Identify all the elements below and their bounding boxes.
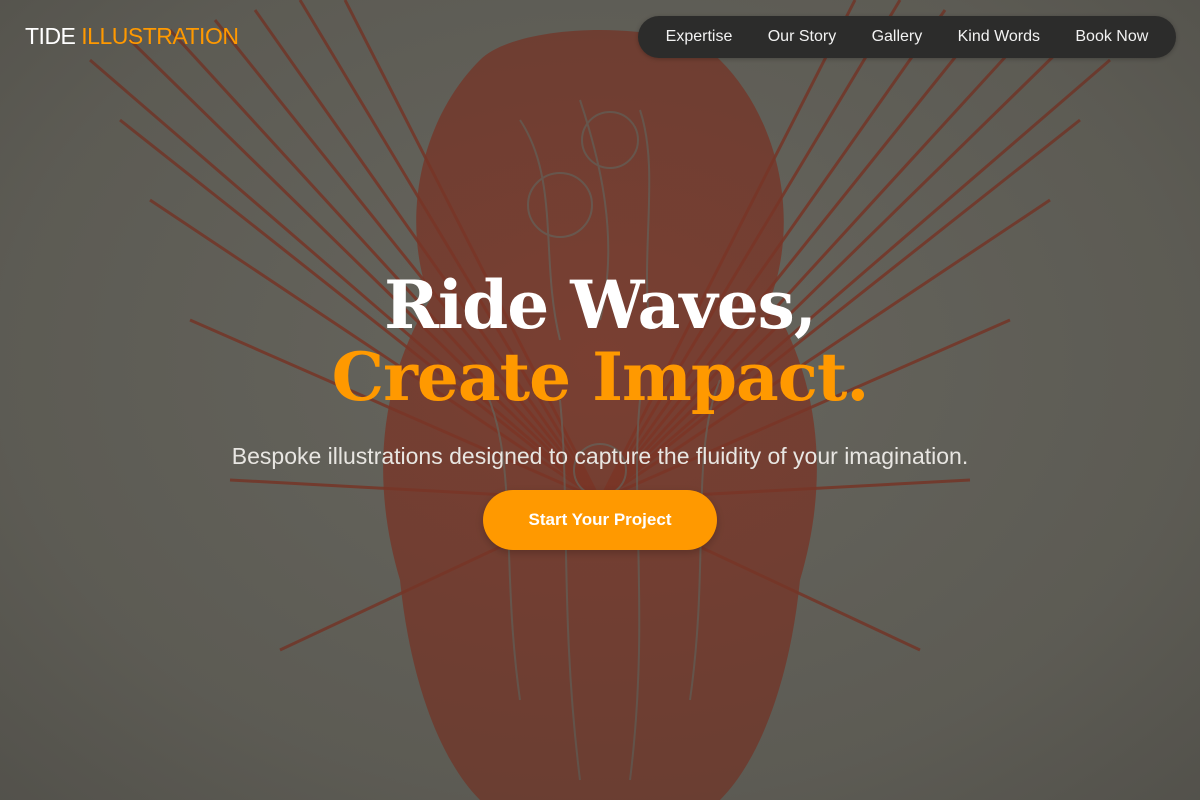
nav-link-gallery[interactable]: Gallery bbox=[872, 28, 923, 46]
nav-link-expertise[interactable]: Expertise bbox=[666, 28, 733, 46]
hero-headline-line1: Ride Waves, bbox=[384, 266, 817, 345]
brand-name-part2: ILLUSTRATION bbox=[81, 23, 239, 49]
brand-logo[interactable]: TIDE ILLUSTRATION bbox=[25, 23, 239, 50]
nav-link-kind-words[interactable]: Kind Words bbox=[958, 28, 1040, 46]
hero-headline-line2: Create Impact. bbox=[331, 338, 870, 417]
hero-subtitle: Bespoke illustrations designed to captur… bbox=[231, 443, 969, 469]
brand-name-part1: TIDE bbox=[25, 23, 76, 49]
main-nav: Expertise Our Story Gallery Kind Words B… bbox=[638, 16, 1176, 58]
nav-link-book-now[interactable]: Book Now bbox=[1075, 28, 1148, 46]
hero-headline: Ride Waves, Create Impact. bbox=[0, 269, 1200, 413]
nav-link-our-story[interactable]: Our Story bbox=[768, 28, 836, 46]
start-project-button[interactable]: Start Your Project bbox=[483, 490, 717, 550]
